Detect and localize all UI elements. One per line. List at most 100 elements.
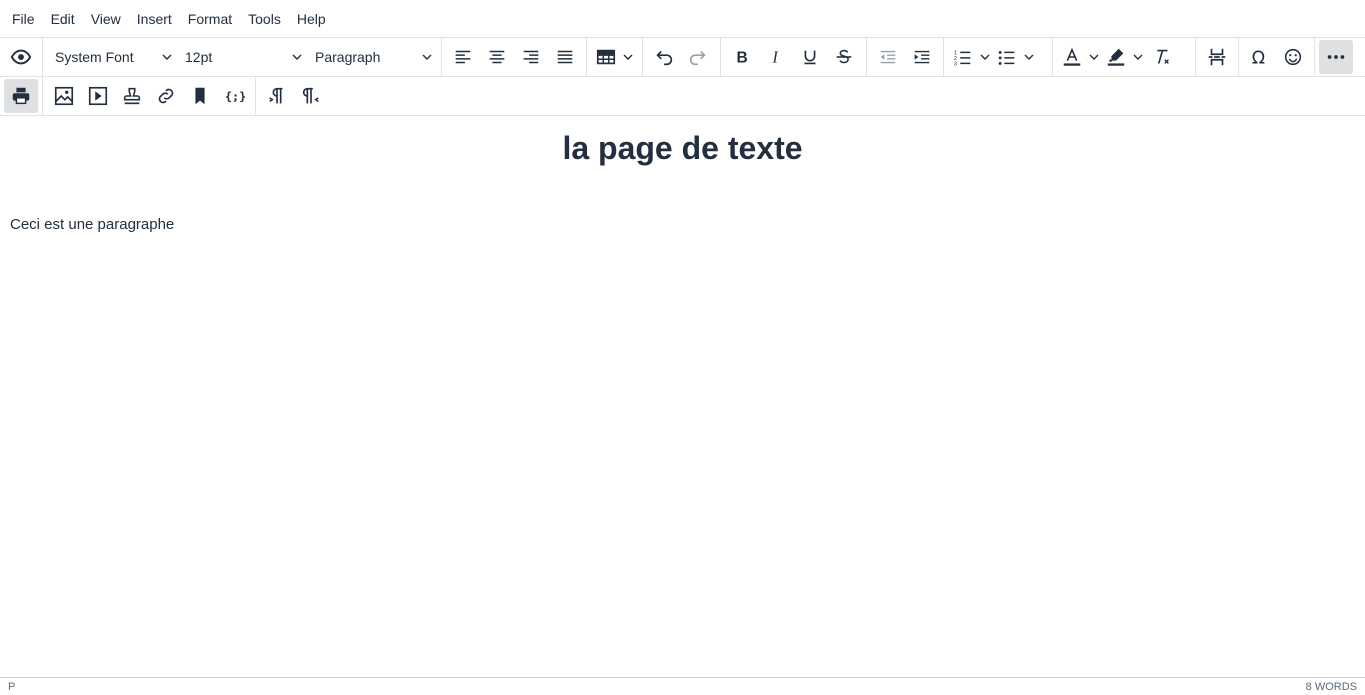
svg-text:I: I bbox=[771, 48, 779, 67]
menu-edit[interactable]: Edit bbox=[43, 0, 83, 38]
link-icon bbox=[158, 88, 174, 104]
toolbar-primary: System Font 12pt Paragraph B I 1 2 3 Ω bbox=[0, 38, 1365, 77]
chevron-down-icon bbox=[980, 54, 990, 60]
left-to-right-icon bbox=[269, 87, 283, 104]
block-format-select[interactable]: Paragraph bbox=[307, 40, 437, 74]
text-color-split-button[interactable] bbox=[1057, 40, 1101, 74]
bullet-list-chevron[interactable] bbox=[1022, 40, 1036, 74]
emoticons-button[interactable] bbox=[1277, 40, 1311, 74]
stamp-icon bbox=[123, 87, 141, 105]
table-button[interactable] bbox=[591, 40, 621, 74]
indent-icon bbox=[914, 50, 930, 64]
numbered-list-chevron[interactable] bbox=[978, 40, 992, 74]
clear-formatting-button[interactable] bbox=[1145, 40, 1179, 74]
underline-button[interactable] bbox=[793, 40, 827, 74]
menu-insert[interactable]: Insert bbox=[129, 0, 180, 38]
numbered-list-split-button[interactable]: 123 bbox=[948, 40, 992, 74]
table-split-button[interactable] bbox=[591, 40, 635, 74]
clear-formatting-icon bbox=[1157, 49, 1169, 64]
omega-icon: Ω bbox=[1252, 48, 1265, 68]
ltr-button[interactable] bbox=[260, 79, 294, 113]
text-color-button[interactable] bbox=[1057, 40, 1087, 74]
strikethrough-icon bbox=[836, 49, 852, 64]
insert-template-button[interactable] bbox=[115, 79, 149, 113]
align-justify-button[interactable] bbox=[548, 40, 582, 74]
bullet-list-button[interactable] bbox=[992, 40, 1022, 74]
more-icon bbox=[1327, 55, 1345, 59]
align-left-button[interactable] bbox=[446, 40, 480, 74]
align-right-button[interactable] bbox=[514, 40, 548, 74]
element-path[interactable]: P bbox=[8, 681, 15, 693]
insert-link-button[interactable] bbox=[149, 79, 183, 113]
special-character-button[interactable]: Ω bbox=[1243, 40, 1277, 74]
highlight-color-chevron[interactable] bbox=[1131, 40, 1145, 74]
chevron-down-icon bbox=[1024, 54, 1034, 60]
font-size-select[interactable]: 12pt bbox=[177, 40, 307, 74]
insert-anchor-button[interactable] bbox=[183, 79, 217, 113]
right-to-left-icon bbox=[302, 87, 319, 104]
page-break-icon bbox=[1208, 48, 1226, 66]
italic-button[interactable]: I bbox=[759, 40, 793, 74]
preview-button[interactable] bbox=[4, 40, 38, 74]
rtl-button[interactable] bbox=[294, 79, 328, 113]
redo-button[interactable] bbox=[681, 40, 715, 74]
page-break-button[interactable] bbox=[1200, 40, 1234, 74]
statusbar: P 8 WORDS bbox=[0, 677, 1365, 695]
insert-image-button[interactable] bbox=[47, 79, 81, 113]
document-heading[interactable]: la page de texte bbox=[0, 130, 1365, 166]
align-right-icon bbox=[523, 50, 539, 64]
more-tools-button[interactable] bbox=[1319, 40, 1353, 74]
eye-icon bbox=[10, 49, 32, 65]
undo-button[interactable] bbox=[647, 40, 681, 74]
align-left-icon bbox=[455, 50, 471, 64]
strikethrough-button[interactable] bbox=[827, 40, 861, 74]
svg-text:{;}: {;} bbox=[225, 90, 245, 104]
align-justify-icon bbox=[557, 50, 573, 64]
font-size-value: 12pt bbox=[185, 49, 213, 65]
text-color-chevron[interactable] bbox=[1087, 40, 1101, 74]
editor-body[interactable]: la page de texte Ceci est une paragraphe bbox=[0, 116, 1365, 676]
highlight-color-button[interactable] bbox=[1101, 40, 1131, 74]
menu-view[interactable]: View bbox=[83, 0, 129, 38]
chevron-down-icon bbox=[1133, 54, 1143, 60]
menubar: File Edit View Insert Format Tools Help bbox=[0, 0, 1365, 38]
document-paragraph[interactable]: Ceci est une paragraphe bbox=[10, 216, 174, 233]
underline-icon bbox=[804, 50, 816, 65]
insert-code-sample-button[interactable]: {;} bbox=[217, 79, 251, 113]
outdent-icon bbox=[880, 50, 896, 64]
chevron-down-icon bbox=[422, 54, 432, 60]
toolbar-overflow: {;} bbox=[0, 77, 1365, 116]
highlight-color-split-button[interactable] bbox=[1101, 40, 1145, 74]
chevron-down-icon bbox=[162, 54, 172, 60]
align-center-icon bbox=[489, 50, 505, 64]
insert-media-button[interactable] bbox=[81, 79, 115, 113]
bullet-list-split-button[interactable] bbox=[992, 40, 1036, 74]
menu-format[interactable]: Format bbox=[180, 0, 240, 38]
print-button[interactable] bbox=[4, 79, 38, 113]
font-family-select[interactable]: System Font bbox=[47, 40, 177, 74]
menu-file[interactable]: File bbox=[4, 0, 43, 38]
chevron-down-icon bbox=[292, 54, 302, 60]
svg-text:3: 3 bbox=[954, 61, 957, 67]
table-chevron[interactable] bbox=[621, 40, 635, 74]
bold-button[interactable]: B bbox=[725, 40, 759, 74]
highlighter-icon bbox=[1107, 48, 1125, 66]
image-icon bbox=[54, 86, 74, 106]
bold-icon: B bbox=[737, 50, 748, 67]
undo-icon bbox=[656, 50, 673, 66]
menu-tools[interactable]: Tools bbox=[240, 0, 289, 38]
table-icon bbox=[596, 49, 616, 65]
menu-help[interactable]: Help bbox=[289, 0, 334, 38]
svg-text:B: B bbox=[737, 50, 748, 67]
svg-text:Ω: Ω bbox=[1252, 48, 1265, 68]
outdent-button[interactable] bbox=[871, 40, 905, 74]
italic-icon: I bbox=[771, 48, 779, 67]
word-count[interactable]: 8 WORDS bbox=[1306, 681, 1357, 693]
code-braces-icon: {;} bbox=[225, 90, 245, 104]
numbered-list-icon: 123 bbox=[954, 50, 971, 67]
numbered-list-button[interactable]: 123 bbox=[948, 40, 978, 74]
align-center-button[interactable] bbox=[480, 40, 514, 74]
media-icon bbox=[88, 86, 108, 106]
redo-icon bbox=[689, 50, 706, 66]
indent-button[interactable] bbox=[905, 40, 939, 74]
